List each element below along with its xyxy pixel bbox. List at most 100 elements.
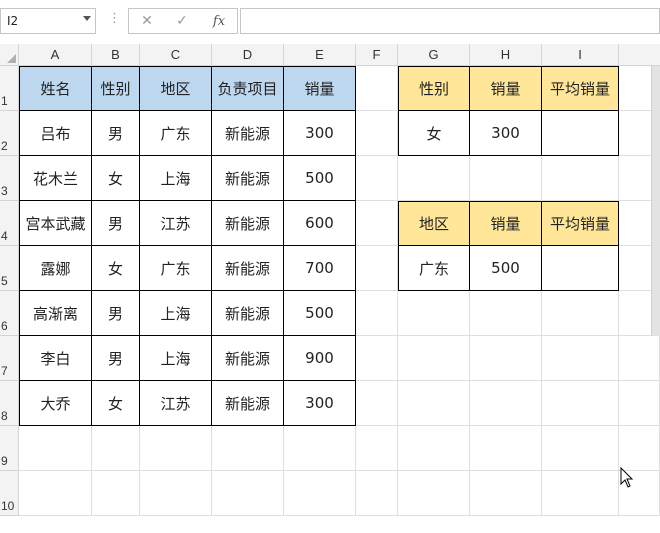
- grid-cell[interactable]: [398, 381, 470, 426]
- row-header-6[interactable]: 6: [0, 291, 19, 336]
- table-cell[interactable]: 600: [284, 201, 356, 246]
- grid-cell[interactable]: [398, 426, 470, 471]
- lookup2-header-cell[interactable]: 销量: [470, 201, 542, 246]
- row-header-10[interactable]: 10: [0, 471, 19, 516]
- lookup1-header-cell[interactable]: 销量: [470, 66, 542, 111]
- grid-cell[interactable]: [398, 156, 470, 201]
- grid-cell[interactable]: [470, 156, 542, 201]
- grid-cell[interactable]: [92, 426, 140, 471]
- grid-cell[interactable]: [212, 426, 284, 471]
- grid-cell[interactable]: [542, 426, 619, 471]
- table-cell[interactable]: 500: [284, 156, 356, 201]
- grid-cell[interactable]: [284, 471, 356, 516]
- formula-input[interactable]: [240, 8, 660, 34]
- table-cell[interactable]: 宫本武藏: [19, 201, 92, 246]
- grid-cell[interactable]: [284, 426, 356, 471]
- grid-cell[interactable]: [542, 381, 619, 426]
- row-header-7[interactable]: 7: [0, 336, 19, 381]
- grid-cell[interactable]: [470, 426, 542, 471]
- column-header-c[interactable]: C: [140, 44, 212, 66]
- grid-cell[interactable]: [470, 471, 542, 516]
- table-cell[interactable]: 广东: [140, 111, 212, 156]
- row-header-5[interactable]: 5: [0, 246, 19, 291]
- grid-cell[interactable]: [356, 381, 398, 426]
- grid-cell[interactable]: [356, 246, 398, 291]
- grid-cell[interactable]: [619, 381, 660, 426]
- lookup1-cell[interactable]: 300: [470, 111, 542, 156]
- table-cell[interactable]: 新能源: [212, 156, 284, 201]
- column-header-j[interactable]: [619, 44, 660, 66]
- table-cell[interactable]: 大乔: [19, 381, 92, 426]
- row-header-3[interactable]: 3: [0, 156, 19, 201]
- column-header-e[interactable]: E: [284, 44, 356, 66]
- grid-cell[interactable]: [92, 471, 140, 516]
- grid-cell[interactable]: [398, 336, 470, 381]
- chevron-down-icon[interactable]: [83, 16, 91, 21]
- table-cell[interactable]: 江苏: [140, 201, 212, 246]
- table-cell[interactable]: 300: [284, 381, 356, 426]
- row-header-1[interactable]: 1: [0, 66, 19, 111]
- lookup2-header-cell[interactable]: 地区: [398, 201, 470, 246]
- grid-cell[interactable]: [470, 336, 542, 381]
- grid-cell[interactable]: [542, 291, 619, 336]
- table-cell[interactable]: 新能源: [212, 381, 284, 426]
- grid-cell[interactable]: [212, 471, 284, 516]
- grid-cell[interactable]: [356, 111, 398, 156]
- lookup1-cell[interactable]: 女: [398, 111, 470, 156]
- more-options-icon[interactable]: ⋮: [108, 12, 121, 25]
- column-header-h[interactable]: H: [470, 44, 542, 66]
- lookup1-header-cell[interactable]: 平均销量: [542, 66, 619, 111]
- table-cell[interactable]: 露娜: [19, 246, 92, 291]
- table-cell[interactable]: 广东: [140, 246, 212, 291]
- grid-cell[interactable]: [619, 336, 660, 381]
- table-cell[interactable]: 男: [92, 111, 140, 156]
- table-cell[interactable]: 男: [92, 336, 140, 381]
- grid-cell[interactable]: [356, 201, 398, 246]
- table-cell[interactable]: 新能源: [212, 201, 284, 246]
- table-header-cell[interactable]: 性别: [92, 66, 140, 111]
- lookup2-cell[interactable]: 500: [470, 246, 542, 291]
- grid-cell[interactable]: [542, 156, 619, 201]
- grid-cell[interactable]: [619, 426, 660, 471]
- column-header-i[interactable]: I: [542, 44, 619, 66]
- row-header-9[interactable]: 9: [0, 426, 19, 471]
- enter-icon[interactable]: ✓: [172, 12, 192, 30]
- lookup2-cell[interactable]: 广东: [398, 246, 470, 291]
- table-header-cell[interactable]: 姓名: [19, 66, 92, 111]
- row-header-2[interactable]: 2: [0, 111, 19, 156]
- table-cell[interactable]: 500: [284, 291, 356, 336]
- table-cell[interactable]: 女: [92, 381, 140, 426]
- table-cell[interactable]: 300: [284, 111, 356, 156]
- table-cell[interactable]: 上海: [140, 291, 212, 336]
- grid-cell[interactable]: [542, 471, 619, 516]
- table-cell[interactable]: 吕布: [19, 111, 92, 156]
- cancel-icon[interactable]: ✕: [137, 12, 157, 30]
- table-cell[interactable]: 新能源: [212, 111, 284, 156]
- column-header-g[interactable]: G: [398, 44, 470, 66]
- table-cell[interactable]: 上海: [140, 336, 212, 381]
- table-cell[interactable]: 高渐离: [19, 291, 92, 336]
- row-header-8[interactable]: 8: [0, 381, 19, 426]
- insert-function-icon[interactable]: fx: [209, 12, 229, 30]
- column-header-a[interactable]: A: [19, 44, 92, 66]
- grid-cell[interactable]: [356, 336, 398, 381]
- grid-cell[interactable]: [140, 471, 212, 516]
- lookup1-header-cell[interactable]: 性别: [398, 66, 470, 111]
- table-cell[interactable]: 新能源: [212, 336, 284, 381]
- table-cell[interactable]: 女: [92, 156, 140, 201]
- table-cell[interactable]: 女: [92, 246, 140, 291]
- table-cell[interactable]: 上海: [140, 156, 212, 201]
- table-cell[interactable]: 700: [284, 246, 356, 291]
- grid-cell[interactable]: [398, 291, 470, 336]
- grid-cell[interactable]: [470, 381, 542, 426]
- table-cell[interactable]: 新能源: [212, 246, 284, 291]
- select-all-button[interactable]: [0, 44, 19, 66]
- grid-cell[interactable]: [19, 471, 92, 516]
- table-cell[interactable]: 新能源: [212, 291, 284, 336]
- row-header-4[interactable]: 4: [0, 201, 19, 246]
- column-header-b[interactable]: B: [92, 44, 140, 66]
- grid-cell[interactable]: [542, 336, 619, 381]
- lookup2-cell[interactable]: [542, 246, 619, 291]
- grid-cell[interactable]: [356, 156, 398, 201]
- grid-cell[interactable]: [356, 426, 398, 471]
